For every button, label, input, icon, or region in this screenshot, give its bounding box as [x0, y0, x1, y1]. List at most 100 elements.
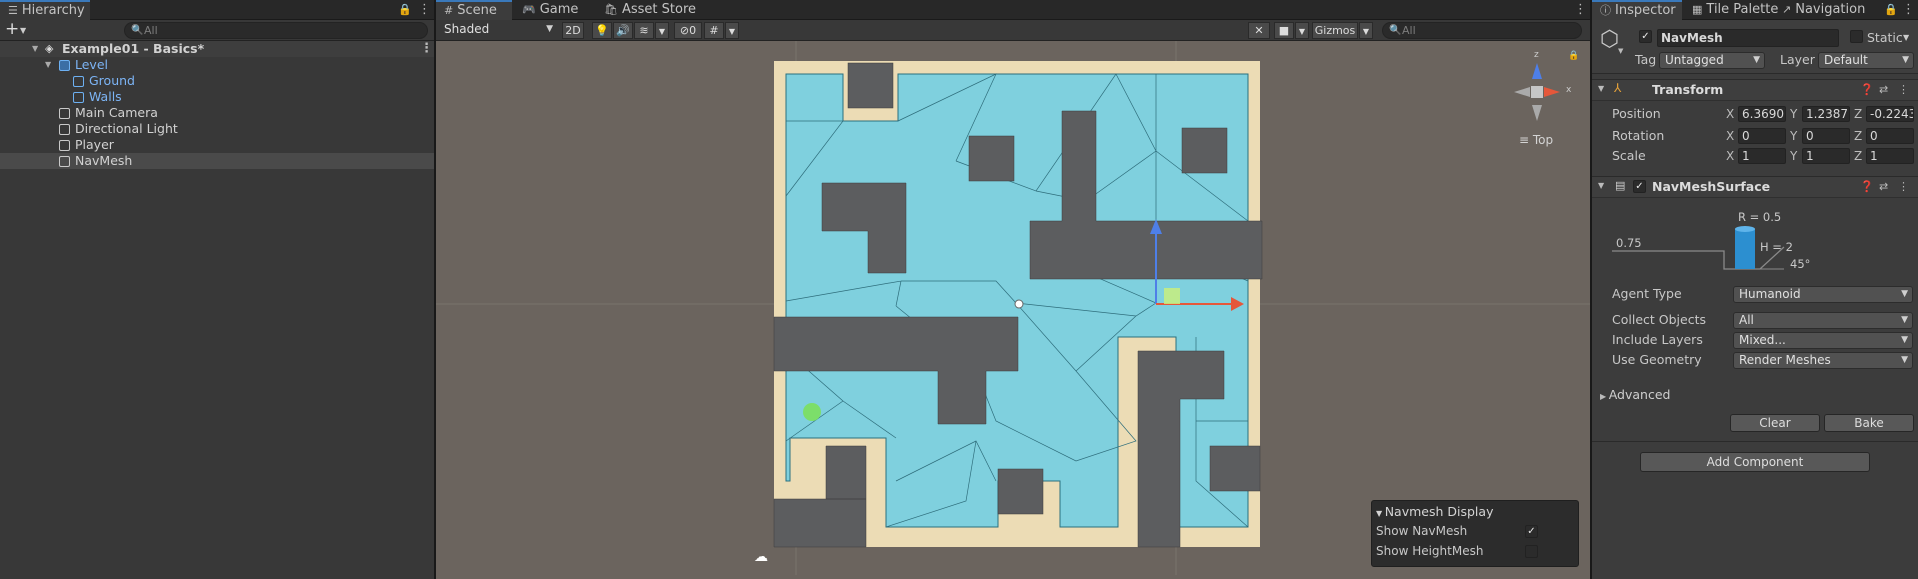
- scene-row[interactable]: ▼ ◈ Example01 - Basics* ⋮: [0, 41, 434, 57]
- wall-block: [847, 62, 894, 109]
- position-y-field[interactable]: 1.23871: [1802, 106, 1850, 122]
- active-checkbox[interactable]: ✓: [1639, 30, 1652, 43]
- expand-arrow-icon[interactable]: ▼: [45, 57, 51, 73]
- add-object-button[interactable]: +: [5, 20, 19, 39]
- tag-dropdown[interactable]: Untagged ▼: [1659, 52, 1765, 69]
- hierarchy-item-level[interactable]: ▼ Level: [0, 57, 434, 73]
- grid-dropdown[interactable]: ▼: [725, 22, 739, 39]
- help-icon[interactable]: ❓: [1860, 179, 1874, 195]
- neg-x-axis-cone-icon[interactable]: [1514, 87, 1530, 97]
- shading-mode-dropdown[interactable]: Shaded ▼: [439, 22, 557, 39]
- gizmos-dropdown[interactable]: ▼: [1359, 22, 1373, 39]
- scene-menu-icon[interactable]: ⋮: [420, 41, 433, 57]
- chevron-down-icon[interactable]: ▼: [20, 22, 26, 39]
- hierarchy-item-player[interactable]: Player: [0, 137, 434, 153]
- lock-icon[interactable]: 🔒: [398, 0, 412, 20]
- tab-tile-palette[interactable]: ▦ Tile Palette: [1684, 0, 1786, 20]
- component-menu-icon[interactable]: ⋮: [1898, 179, 1909, 195]
- tab-scene[interactable]: # Scene: [436, 0, 512, 20]
- bake-button[interactable]: Bake: [1824, 414, 1914, 432]
- chevron-down-icon[interactable]: ▼: [1903, 33, 1909, 42]
- lock-icon[interactable]: 🔒: [1884, 0, 1898, 20]
- gizmos-button[interactable]: Gizmos: [1312, 22, 1358, 39]
- lighting-toggle[interactable]: 💡: [592, 22, 612, 39]
- player-marker[interactable]: [803, 403, 821, 421]
- effects-toggle[interactable]: ≋: [634, 22, 654, 39]
- hierarchy-item-navmesh[interactable]: NavMesh: [0, 153, 434, 169]
- orientation-gizmo[interactable]: [1514, 63, 1560, 121]
- hierarchy-search-input[interactable]: 🔍 All: [124, 22, 428, 39]
- hierarchy-item-label: Ground: [89, 73, 135, 88]
- more-menu-icon[interactable]: ⋮: [418, 0, 431, 20]
- gizmo-lock-icon[interactable]: 🔒: [1568, 51, 1579, 61]
- rotation-z-field[interactable]: 0: [1866, 128, 1914, 144]
- effects-dropdown[interactable]: ▼: [655, 22, 669, 39]
- more-menu-icon[interactable]: ⋮: [1574, 0, 1587, 20]
- agent-type-dropdown[interactable]: Humanoid ▼: [1733, 286, 1913, 303]
- layer-dropdown[interactable]: Default ▼: [1818, 52, 1914, 69]
- object-name-field[interactable]: NavMesh: [1657, 29, 1839, 47]
- navmesh-level[interactable]: [436, 41, 1590, 575]
- scale-x-field[interactable]: 1: [1738, 148, 1786, 164]
- advanced-foldout[interactable]: ▶ Advanced: [1600, 387, 1670, 403]
- chevron-down-icon: ▼: [658, 27, 666, 36]
- rotation-x-field[interactable]: 0: [1738, 128, 1786, 144]
- hidden-objects-toggle[interactable]: ⊘0: [674, 22, 702, 39]
- tab-inspector[interactable]: ⓘ Inspector: [1592, 0, 1682, 20]
- navmesh-surface-header[interactable]: ▼ ▤ ✓ NavMeshSurface ❓ ⇄ ⋮: [1592, 176, 1918, 198]
- gizmo-center-cube[interactable]: [1531, 86, 1543, 98]
- view-tool-icon[interactable]: ☁: [754, 549, 768, 565]
- view-orientation-label[interactable]: ≡ Top: [1519, 133, 1553, 147]
- scene-search-input[interactable]: 🔍 All: [1382, 22, 1582, 39]
- plane-handle[interactable]: [1164, 288, 1180, 304]
- add-component-button[interactable]: Add Component: [1640, 452, 1870, 472]
- chevron-down-icon: ▼: [1298, 27, 1306, 36]
- tab-hierarchy[interactable]: ☰ Hierarchy: [0, 0, 90, 20]
- overlay-header[interactable]: ▼ Navmesh Display: [1376, 504, 1493, 519]
- scale-y-field[interactable]: 1: [1802, 148, 1850, 164]
- grid-toggle[interactable]: #: [704, 22, 724, 39]
- transform-body: Position X 6.3690 Y 1.23871 Z -0.2243 Ro…: [1592, 103, 1918, 175]
- chevron-down-icon[interactable]: ▼: [1618, 47, 1623, 55]
- scene-viewport[interactable]: z x 🔒 ≡ Top ☁ ▼ Navmesh Display Show Nav…: [436, 41, 1590, 575]
- camera-dropdown[interactable]: ▼: [1295, 22, 1309, 39]
- clear-button[interactable]: Clear: [1730, 414, 1820, 432]
- collect-objects-dropdown[interactable]: All ▼: [1733, 312, 1913, 329]
- tab-navigation[interactable]: ↗ Navigation: [1774, 0, 1873, 20]
- chevron-down-icon: ▼: [1901, 289, 1908, 299]
- position-x-field[interactable]: 6.3690: [1738, 106, 1786, 122]
- help-icon[interactable]: ❓: [1860, 82, 1874, 98]
- static-checkbox[interactable]: [1850, 30, 1863, 43]
- collapse-arrow-icon: ▶: [1600, 392, 1609, 401]
- wall-block: [968, 135, 1015, 182]
- hierarchy-item-ground[interactable]: Ground: [0, 73, 434, 89]
- expand-arrow-icon[interactable]: ▼: [32, 41, 38, 57]
- include-layers-dropdown[interactable]: Mixed... ▼: [1733, 332, 1913, 349]
- scene-label: Example01 - Basics*: [62, 41, 205, 56]
- audio-toggle[interactable]: 🔊: [613, 22, 633, 39]
- scale-z-field[interactable]: 1: [1866, 148, 1914, 164]
- component-menu-icon[interactable]: ⋮: [1898, 82, 1909, 98]
- toggle-2d-button[interactable]: 2D: [562, 22, 584, 39]
- rotation-y-field[interactable]: 0: [1802, 128, 1850, 144]
- hierarchy-item-directional-light[interactable]: Directional Light: [0, 121, 434, 137]
- z-axis-cone-icon[interactable]: [1532, 63, 1542, 79]
- camera-button[interactable]: ■: [1274, 22, 1294, 39]
- show-heightmesh-checkbox[interactable]: [1525, 545, 1538, 558]
- hierarchy-item-walls[interactable]: Walls: [0, 89, 434, 105]
- neg-z-axis-cone-icon[interactable]: [1532, 105, 1542, 121]
- show-navmesh-checkbox[interactable]: ✓: [1525, 525, 1538, 538]
- tools-button[interactable]: ✕: [1248, 22, 1270, 39]
- presets-icon[interactable]: ⇄: [1879, 82, 1888, 98]
- tab-game[interactable]: 🎮 Game: [514, 0, 586, 20]
- position-z-field[interactable]: -0.2243: [1866, 106, 1914, 122]
- use-geometry-dropdown[interactable]: Render Meshes ▼: [1733, 352, 1913, 369]
- presets-icon[interactable]: ⇄: [1879, 179, 1888, 195]
- navmesh-surface-enabled-checkbox[interactable]: ✓: [1633, 180, 1646, 193]
- hierarchy-item-main-camera[interactable]: Main Camera: [0, 105, 434, 121]
- transform-header[interactable]: ▼ ⅄ Transform ❓ ⇄ ⋮: [1592, 79, 1918, 101]
- tab-asset-store[interactable]: 🛍 Asset Store: [596, 0, 704, 20]
- hierarchy-item-label: Walls: [89, 89, 122, 104]
- x-axis-cone-icon[interactable]: [1544, 87, 1560, 97]
- more-menu-icon[interactable]: ⋮: [1902, 0, 1915, 20]
